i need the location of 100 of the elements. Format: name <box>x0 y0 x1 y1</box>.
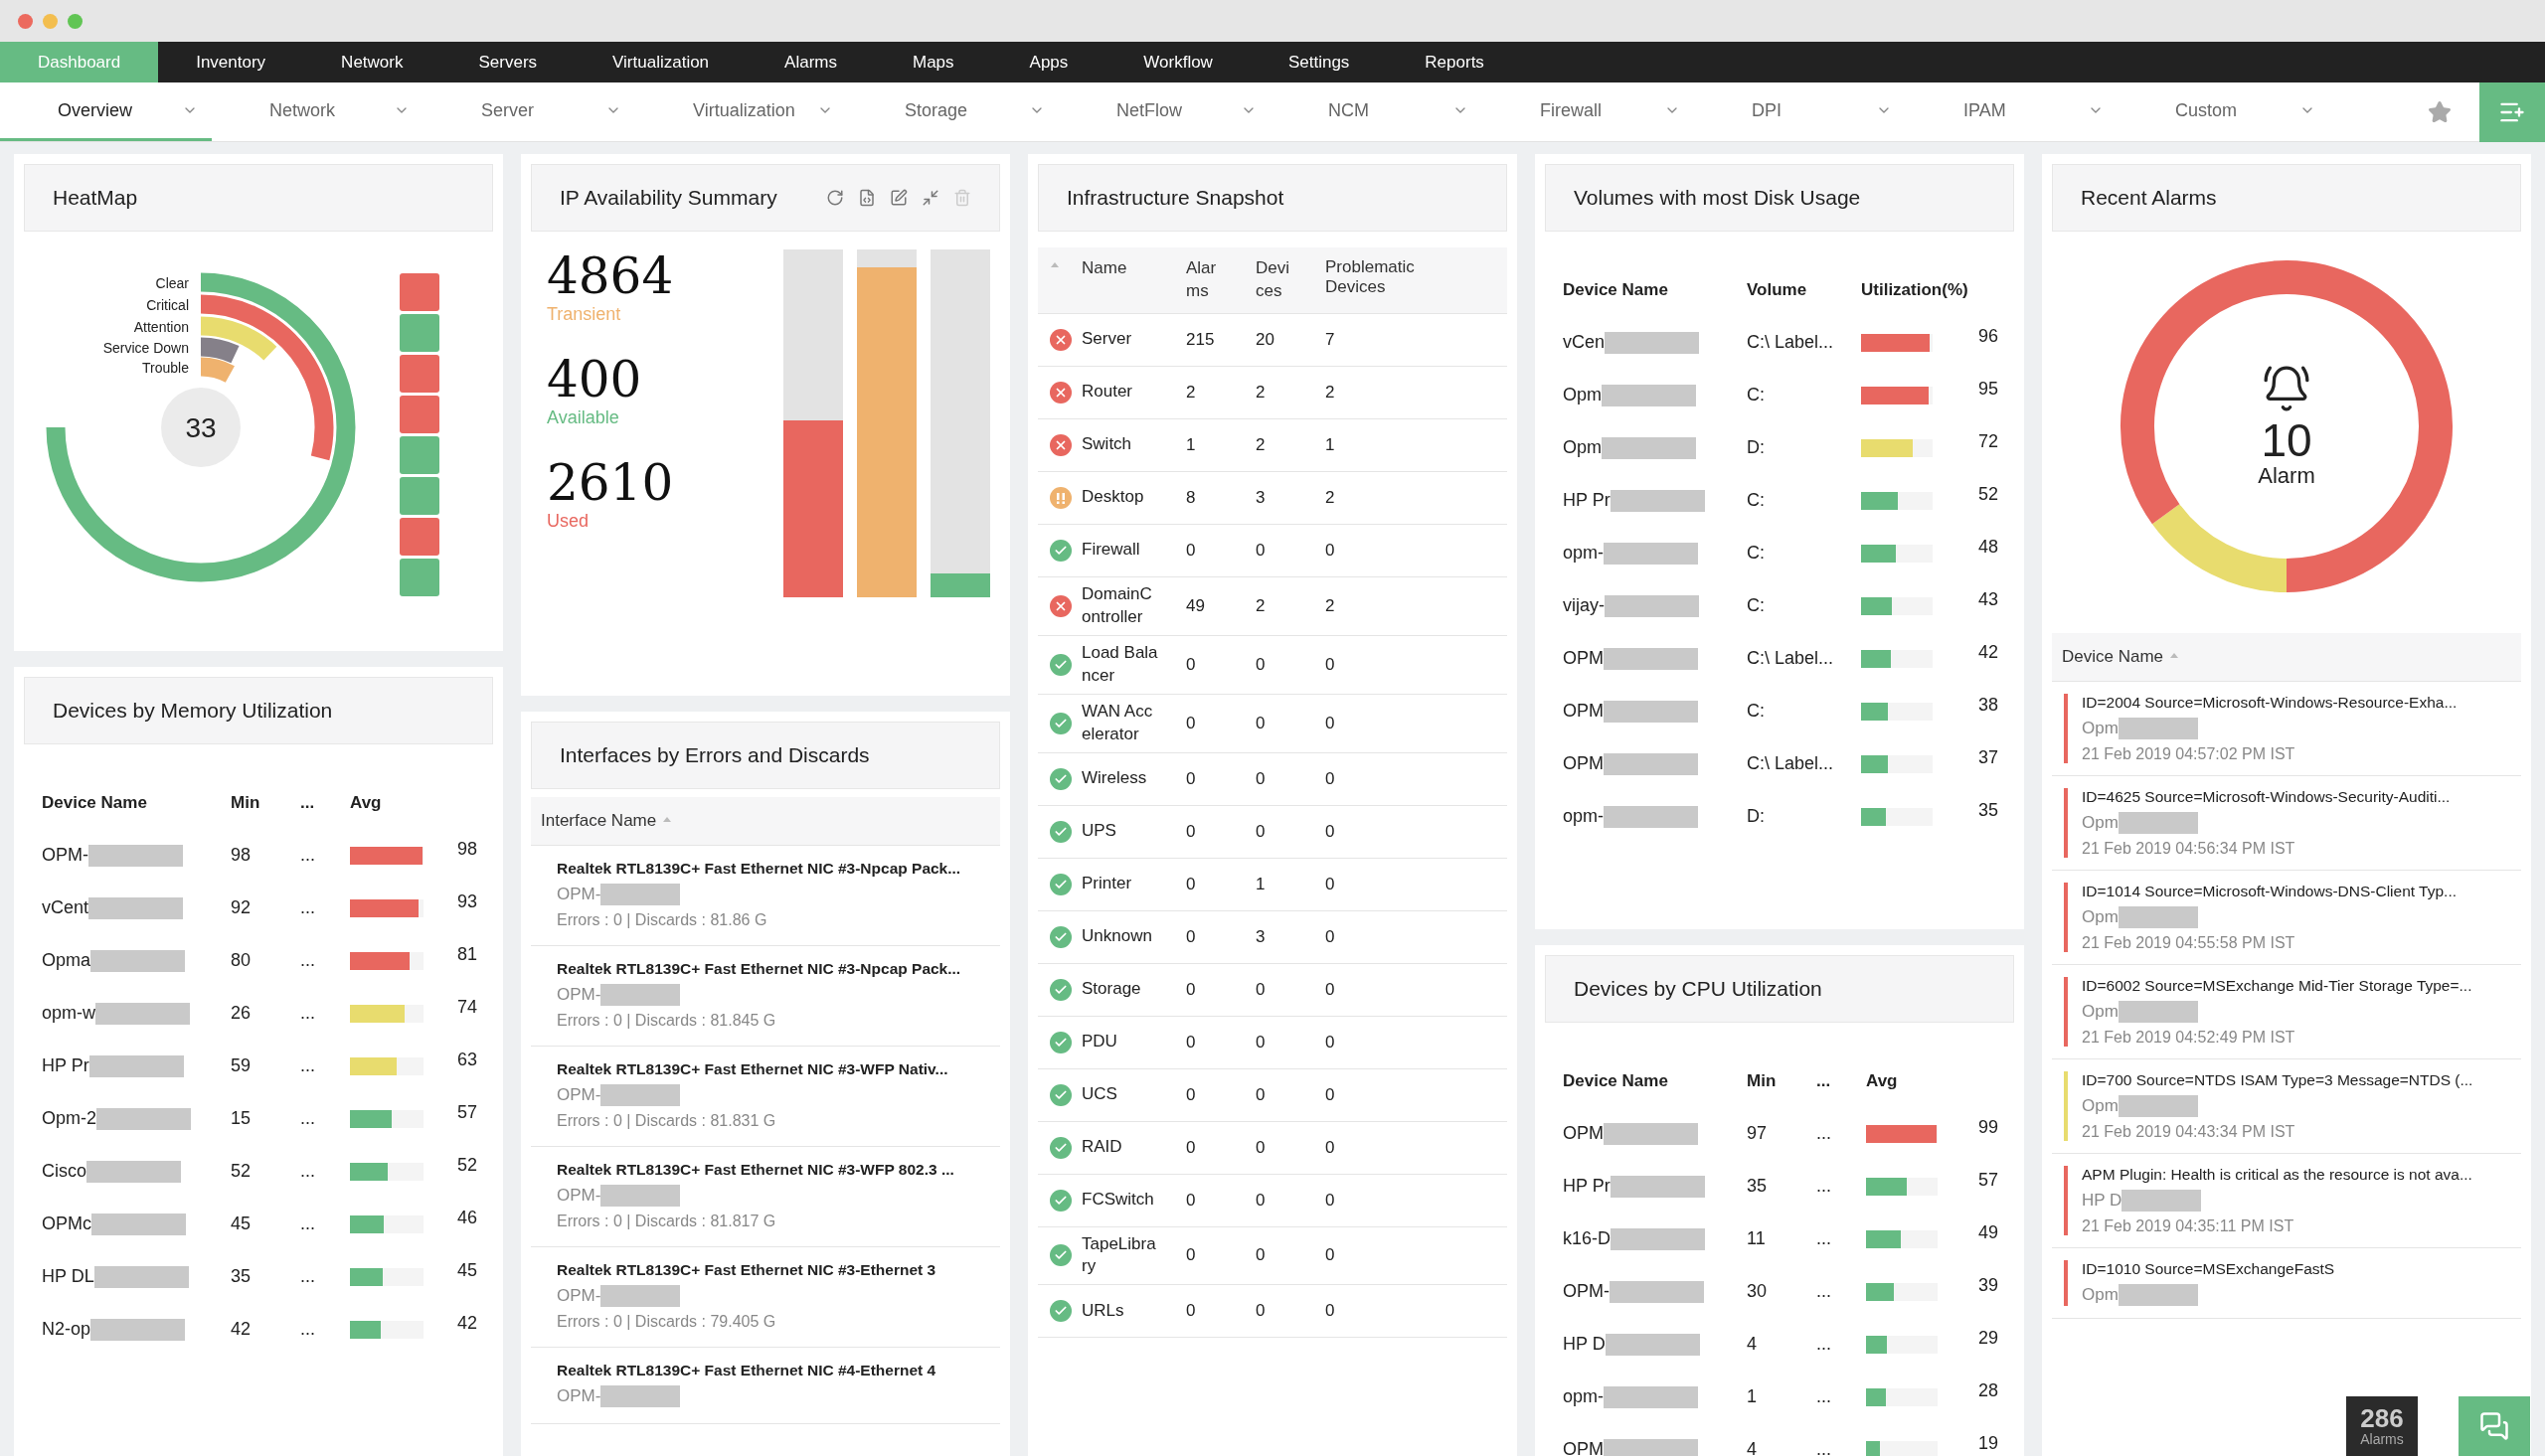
table-cell-text: 0 <box>1256 713 1267 733</box>
nav-tab[interactable]: Apps <box>991 42 1106 82</box>
table-cell[interactable]: Firewall <box>1082 539 1159 563</box>
nav-tab[interactable]: Virtualization <box>575 42 748 82</box>
sub-tab[interactable]: IPAM <box>1906 82 2118 141</box>
table-cell-text: ... <box>300 950 316 971</box>
nav-tab[interactable]: Maps <box>875 42 992 82</box>
edit-icon[interactable] <box>890 189 908 207</box>
sub-tab[interactable]: Overview <box>0 82 212 141</box>
table-cell-text: C: <box>1747 543 1766 564</box>
table-cell-text: 35 <box>1747 1176 1769 1197</box>
heat-square[interactable] <box>400 436 439 474</box>
interface-name[interactable]: Realtek RTL8139C+ Fast Ethernet NIC #4-Ethernet 4 <box>557 1362 984 1379</box>
column-header: Utilization(%) <box>1861 279 1969 300</box>
nav-tab[interactable]: Alarms <box>747 42 875 82</box>
sub-tab[interactable]: Storage <box>847 82 1059 141</box>
heat-square[interactable] <box>400 518 439 556</box>
heat-square[interactable] <box>400 396 439 433</box>
alarm-counter[interactable]: 286 Alarms <box>2346 1396 2418 1456</box>
sub-tab[interactable]: NCM <box>1271 82 1482 141</box>
alarm-message[interactable]: APM Plugin: Health is critical as the resource is not ava... <box>2082 1166 2472 1184</box>
table-cell-text: 52 <box>231 1161 253 1182</box>
check-icon <box>1050 712 1072 734</box>
nav-tab[interactable]: Workflow <box>1105 42 1251 82</box>
nav-tab[interactable]: Network <box>303 42 441 82</box>
heat-square[interactable] <box>400 559 439 596</box>
table-cell[interactable]: Unknown <box>1082 925 1159 948</box>
table-cell[interactable]: Printer <box>1082 873 1159 895</box>
alarm-message[interactable]: ID=1014 Source=Microsoft-Windows-DNS-Client Typ... <box>2082 883 2458 900</box>
sub-tab[interactable]: Server <box>424 82 635 141</box>
table-cell[interactable]: UCS <box>1082 1083 1159 1106</box>
nav-tab[interactable]: Inventory <box>158 42 304 82</box>
star-icon[interactable] <box>2428 99 2452 124</box>
sub-tab[interactable]: Network <box>212 82 424 141</box>
heat-square[interactable] <box>400 355 439 393</box>
heat-square[interactable] <box>400 314 439 352</box>
table-cell[interactable]: FCSwitch <box>1082 1189 1159 1212</box>
device-name: HP Pr <box>42 1055 89 1076</box>
table-cell[interactable]: WAN Accelerator <box>1082 700 1159 746</box>
sub-tab[interactable]: Custom <box>2118 82 2329 141</box>
stat-value: 400 <box>547 353 643 407</box>
interface-name[interactable]: Realtek RTL8139C+ Fast Ethernet NIC #3-WFP Nativ... <box>557 1060 984 1078</box>
table-cell-text: 2 <box>1325 382 1336 403</box>
table-cell-text: 3 <box>1256 487 1267 508</box>
nav-tab[interactable]: Servers <box>440 42 576 82</box>
table-cell[interactable]: Desktop <box>1082 486 1159 510</box>
table-cell[interactable]: TapeLibrary <box>1082 1232 1159 1279</box>
column-header[interactable]: Interface Name <box>541 811 657 831</box>
alarm-message[interactable]: ID=2004 Source=Microsoft-Windows-Resource-Exha... <box>2082 694 2458 712</box>
delete-icon[interactable] <box>953 189 971 207</box>
table-cell[interactable]: Switch <box>1082 433 1159 457</box>
table-cell[interactable]: Storage <box>1082 978 1159 1001</box>
table-cell-text: 52 <box>1977 484 1999 505</box>
column-header[interactable]: Name <box>1082 257 1171 303</box>
nav-tab[interactable]: Reports <box>1387 42 1522 82</box>
maximize-icon[interactable] <box>68 13 83 29</box>
chat-button[interactable] <box>2459 1396 2530 1456</box>
alarm-message[interactable]: ID=1010 Source=MSExchangeFastS <box>2082 1260 2335 1278</box>
sub-tab[interactable]: NetFlow <box>1059 82 1271 141</box>
table-cell[interactable]: RAID <box>1082 1136 1159 1159</box>
interface-name[interactable]: Realtek RTL8139C+ Fast Ethernet NIC #3-WFP 802.3 ... <box>557 1161 984 1179</box>
interface-name[interactable]: Realtek RTL8139C+ Fast Ethernet NIC #3-Npcap Pack... <box>557 860 984 878</box>
alarm-message[interactable]: ID=700 Source=NTDS ISAM Type=3 Message=NTDS (... <box>2082 1071 2473 1089</box>
interface-name[interactable]: Realtek RTL8139C+ Fast Ethernet NIC #3-Ethernet 3 <box>557 1261 984 1279</box>
alarm-message[interactable]: ID=6002 Source=MSExchange Mid-Tier Storage Type=... <box>2082 977 2472 995</box>
sub-tab[interactable]: DPI <box>1694 82 1906 141</box>
column-header[interactable]: Devices <box>1256 257 1293 303</box>
resize-icon[interactable] <box>922 189 939 207</box>
close-icon[interactable] <box>18 13 33 29</box>
table-cell[interactable]: Load Balancer <box>1082 641 1159 688</box>
table-cell[interactable]: PDU <box>1082 1031 1159 1053</box>
table-cell[interactable]: UPS <box>1082 820 1159 843</box>
card-header: Recent Alarms <box>2052 164 2521 232</box>
table-cell-text: 215 <box>1186 329 1216 350</box>
refresh-icon[interactable] <box>826 189 844 207</box>
heat-square[interactable] <box>400 273 439 311</box>
sub-tab[interactable]: Virtualization <box>635 82 847 141</box>
device-name: Opm <box>2082 1285 2119 1305</box>
table-cell-text: 37 <box>1977 747 1999 768</box>
table-cell[interactable]: Server <box>1082 328 1159 352</box>
card-header: HeatMap <box>24 164 493 232</box>
table-cell[interactable]: Wireless <box>1082 767 1159 790</box>
column-header[interactable]: Device Name <box>2062 647 2164 667</box>
alarm-message[interactable]: ID=4625 Source=Microsoft-Windows-Security-Auditi... <box>2082 788 2451 806</box>
interface-name[interactable]: Realtek RTL8139C+ Fast Ethernet NIC #3-Npcap Pack... <box>557 960 984 978</box>
interface-stats: Errors : 0 | Discards : 81.831 G <box>557 1112 777 1130</box>
add-widget-button[interactable] <box>2479 81 2545 142</box>
column-header[interactable]: Alarms <box>1186 257 1224 303</box>
table-cell[interactable]: URLs <box>1082 1299 1159 1323</box>
table-cell[interactable]: DomainController <box>1082 582 1159 629</box>
heat-square[interactable] <box>400 477 439 515</box>
table-cell[interactable]: Router <box>1082 381 1159 404</box>
device-name: OPMc <box>42 1213 91 1234</box>
column-header[interactable]: Problematic Devices <box>1325 257 1435 303</box>
minimize-icon[interactable] <box>43 13 58 29</box>
sub-tab[interactable]: Firewall <box>1482 82 1694 141</box>
table-cell-text: 0 <box>1325 540 1336 561</box>
file-icon[interactable] <box>858 189 876 207</box>
legend-label: Service Down <box>102 340 189 356</box>
nav-tab[interactable]: Settings <box>1250 42 1388 82</box>
